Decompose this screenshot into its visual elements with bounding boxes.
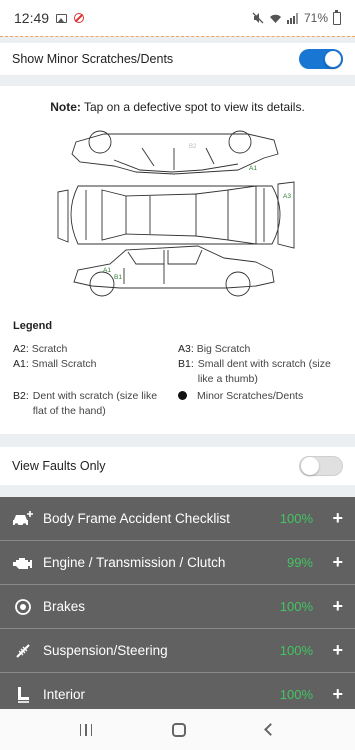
battery-percent: 71% — [303, 11, 328, 25]
checklist-row-engine[interactable]: Engine / Transmission / Clutch 99% + — [0, 541, 355, 585]
expand-plus-icon[interactable]: + — [313, 552, 343, 573]
expand-plus-icon[interactable]: + — [313, 684, 343, 705]
checklist-label: Body Frame Accident Checklist — [43, 511, 230, 526]
minor-dot-icon — [178, 391, 187, 400]
expand-plus-icon[interactable]: + — [313, 596, 343, 617]
legend-item-b1: B1: Small dent with scratch (size like a … — [178, 358, 331, 385]
car-rear-view[interactable] — [57, 189, 69, 243]
gallery-notification-icon — [56, 13, 68, 23]
recent-apps-icon[interactable] — [79, 723, 93, 736]
system-nav-bar — [0, 709, 355, 750]
minor-scratches-toggle[interactable] — [299, 49, 343, 69]
legend-item-a2: A2: Scratch — [13, 343, 68, 355]
checklist-percent: 100% — [279, 511, 313, 526]
legend-title: Legend — [13, 320, 53, 332]
note-bold: Note: — [50, 100, 81, 114]
expand-plus-icon[interactable]: + — [313, 640, 343, 661]
brake-icon — [12, 596, 34, 618]
legend-item-a1: A1: Small Scratch — [13, 358, 97, 370]
home-icon[interactable] — [172, 722, 187, 737]
back-icon[interactable] — [264, 723, 277, 736]
inspection-checklist: Body Frame Accident Checklist 100% + Eng… — [0, 497, 355, 717]
header-divider — [0, 36, 355, 37]
marker-a3-front[interactable]: A3 — [283, 193, 291, 200]
signal-icon — [286, 12, 298, 24]
marker-b1-side[interactable]: B1 — [114, 274, 122, 281]
battery-icon — [333, 9, 341, 25]
engine-icon — [12, 552, 34, 574]
svg-text:B2: B2 — [189, 144, 197, 150]
checklist-label: Engine / Transmission / Clutch — [43, 555, 226, 570]
minor-scratches-row: Show Minor Scratches/Dents — [0, 43, 355, 75]
toggle-knob — [301, 457, 319, 475]
checklist-percent: 100% — [279, 643, 313, 658]
view-faults-label: View Faults Only — [12, 459, 106, 473]
checklist-row-brakes[interactable]: Brakes 100% + — [0, 585, 355, 629]
toggle-knob — [324, 50, 342, 68]
car-add-icon — [12, 508, 34, 530]
status-bar: 12:49 71% — [0, 0, 355, 36]
diagram-note: Note: Tap on a defective spot to view it… — [0, 100, 355, 114]
expand-plus-icon[interactable]: + — [313, 508, 343, 529]
checklist-label: Suspension/Steering — [43, 643, 168, 658]
car-side-top[interactable]: B2 — [71, 130, 279, 175]
checklist-label: Brakes — [43, 599, 86, 614]
car-diagram[interactable]: B2 A1 A3 A1 B1 — [56, 126, 296, 306]
wifi-icon — [269, 14, 281, 23]
suspension-icon — [12, 640, 34, 662]
checklist-label: Interior — [43, 687, 86, 702]
checklist-row-body-frame[interactable]: Body Frame Accident Checklist 100% + — [0, 497, 355, 541]
checklist-row-suspension[interactable]: Suspension/Steering 100% + — [0, 629, 355, 673]
blocked-notification-icon — [74, 13, 85, 23]
seat-icon — [12, 684, 34, 706]
checklist-percent: 100% — [279, 599, 313, 614]
marker-a1-side[interactable]: A1 — [103, 267, 111, 274]
car-diagram-card: Note: Tap on a defective spot to view it… — [0, 86, 355, 434]
legend-item-a3: A3: Big Scratch — [178, 343, 251, 355]
view-faults-toggle[interactable] — [299, 456, 343, 476]
minor-scratches-label: Show Minor Scratches/Dents — [12, 52, 174, 66]
marker-a1-top[interactable]: A1 — [249, 165, 257, 172]
note-text: Tap on a defective spot to view its deta… — [80, 100, 305, 114]
checklist-percent: 99% — [286, 555, 313, 570]
status-time: 12:49 — [14, 10, 50, 26]
checklist-percent: 100% — [279, 687, 313, 702]
mute-icon — [252, 12, 264, 24]
view-faults-row: View Faults Only — [0, 447, 355, 485]
legend-item-b2: B2: Dent with scratch (size like flat of … — [13, 390, 158, 417]
car-top-view[interactable] — [70, 185, 281, 245]
legend-item-minor: Minor Scratches/Dents — [178, 389, 348, 404]
